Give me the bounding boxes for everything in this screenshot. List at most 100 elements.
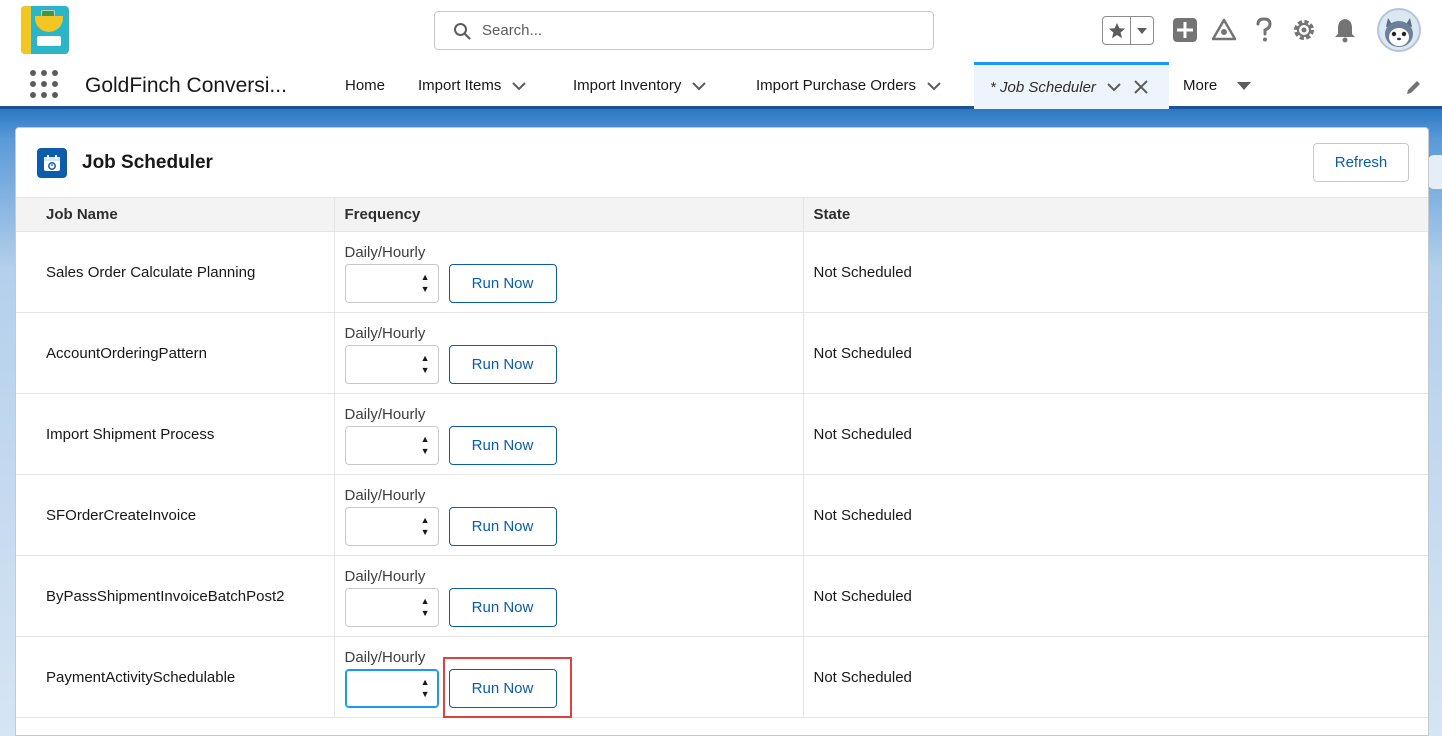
- job-name-cell: SFOrderCreateInvoice: [16, 474, 334, 556]
- close-tab-icon[interactable]: [1134, 79, 1150, 95]
- tab-label: Import Inventory: [573, 77, 682, 94]
- tab-import-inventory[interactable]: Import Inventory: [573, 62, 707, 109]
- edit-nav-button[interactable]: [1405, 78, 1423, 96]
- job-name-cell: PaymentActivitySchedulable: [16, 636, 334, 718]
- chevron-down-icon[interactable]: [511, 78, 527, 94]
- card-header: Job Scheduler Refresh: [16, 128, 1428, 198]
- tab-label: More: [1183, 77, 1218, 94]
- tab-more[interactable]: More: [1183, 62, 1253, 109]
- caret-down-icon: [1137, 27, 1148, 34]
- frequency-label: Daily/Hourly: [344, 486, 426, 504]
- frequency-label: Daily/Hourly: [344, 324, 426, 342]
- global-header: [0, 0, 1442, 62]
- frequency-stepper[interactable]: ▲ ▼: [344, 506, 439, 546]
- column-header-frequency: Frequency: [333, 197, 803, 232]
- tab-import-purchase-orders[interactable]: Import Purchase Orders: [756, 62, 942, 109]
- stepper-arrows-icon[interactable]: ▲ ▼: [421, 352, 430, 376]
- app-launcher-icon[interactable]: [30, 70, 58, 98]
- run-now-button[interactable]: Run Now: [448, 506, 557, 546]
- run-now-button[interactable]: Run Now: [448, 668, 557, 708]
- frequency-stepper[interactable]: ▲ ▼: [344, 425, 439, 465]
- search-icon: [454, 22, 471, 40]
- app-name: GoldFinch Conversi...: [85, 74, 287, 97]
- help-icon: [1256, 17, 1272, 42]
- run-now-button[interactable]: Run Now: [448, 587, 557, 627]
- job-name-cell: Import Shipment Process: [16, 393, 334, 475]
- chevron-down-icon[interactable]: [1106, 79, 1122, 95]
- highlighted-run-now: Run Now: [439, 656, 572, 718]
- frequency-stepper[interactable]: ▲ ▼: [344, 587, 439, 627]
- frequency-label: Daily/Hourly: [344, 243, 426, 261]
- column-header-state: State: [802, 197, 1428, 232]
- calendar-icon: [37, 148, 67, 178]
- state-cell: Not Scheduled: [802, 555, 1428, 637]
- global-actions-button[interactable]: [1172, 17, 1198, 43]
- tab-import-items[interactable]: Import Items: [418, 62, 527, 109]
- stepper-arrows-icon[interactable]: ▲ ▼: [421, 271, 430, 295]
- app-logo[interactable]: [21, 6, 69, 54]
- caret-down-icon[interactable]: [1237, 78, 1253, 94]
- tab-label: Import Purchase Orders: [756, 77, 917, 94]
- frequency-cell: Daily/Hourly ▲ ▼ Run Now: [333, 555, 803, 637]
- favorites-dropdown-button[interactable]: [1131, 17, 1153, 44]
- plus-icon: [1173, 18, 1197, 42]
- state-cell: Not Scheduled: [802, 231, 1428, 313]
- table-row: AccountOrderingPattern Daily/Hourly ▲ ▼ R…: [16, 312, 1428, 394]
- pencil-icon: [1407, 81, 1420, 94]
- search-input[interactable]: [482, 22, 902, 39]
- frequency-label: Daily/Hourly: [344, 567, 426, 585]
- tab-label: Import Items: [418, 77, 502, 94]
- gear-icon: [1294, 20, 1314, 40]
- jobs-table: Job Name Frequency State Sales Order Cal…: [16, 197, 1428, 718]
- job-name-cell: Sales Order Calculate Planning: [16, 231, 334, 313]
- side-panel-handle[interactable]: [1428, 155, 1442, 189]
- favorite-star-button[interactable]: [1103, 17, 1132, 44]
- chevron-down-icon[interactable]: [691, 78, 707, 94]
- frequency-cell: Daily/Hourly ▲ ▼ Run Now: [333, 231, 803, 313]
- frequency-stepper[interactable]: ▲ ▼: [344, 344, 439, 384]
- table-row: ByPassShipmentInvoiceBatchPost2 Daily/Ho…: [16, 555, 1428, 637]
- table-row: Import Shipment Process Daily/Hourly ▲ ▼ …: [16, 393, 1428, 475]
- job-name-cell: ByPassShipmentInvoiceBatchPost2: [16, 555, 334, 637]
- job-name-cell: AccountOrderingPattern: [16, 312, 334, 394]
- state-cell: Not Scheduled: [802, 312, 1428, 394]
- column-header-job-name: Job Name: [16, 197, 334, 232]
- tab-home[interactable]: Home: [345, 62, 385, 109]
- job-scheduler-card: Job Scheduler Refresh Job Name Frequency…: [15, 127, 1429, 736]
- frequency-stepper[interactable]: ▲ ▼: [344, 263, 439, 303]
- setup-button[interactable]: [1291, 17, 1317, 43]
- state-cell: Not Scheduled: [802, 474, 1428, 556]
- run-now-button[interactable]: Run Now: [448, 344, 557, 384]
- refresh-button[interactable]: Refresh: [1313, 143, 1409, 182]
- tab-label: * Job Scheduler: [990, 78, 1096, 96]
- card-title: Job Scheduler: [82, 152, 213, 173]
- table-row: Sales Order Calculate Planning Daily/Hou…: [16, 231, 1428, 313]
- tab-job-scheduler[interactable]: * Job Scheduler: [974, 62, 1169, 109]
- stepper-arrows-icon[interactable]: ▲ ▼: [421, 433, 430, 457]
- user-avatar[interactable]: [1377, 8, 1421, 52]
- tab-label: Home: [345, 77, 386, 94]
- chevron-down-icon[interactable]: [926, 78, 942, 94]
- trailhead-button[interactable]: [1211, 17, 1237, 43]
- bell-icon: [1335, 19, 1355, 43]
- run-now-button[interactable]: Run Now: [448, 263, 557, 303]
- run-now-button[interactable]: Run Now: [448, 425, 557, 465]
- stepper-arrows-icon[interactable]: ▲ ▼: [421, 676, 430, 700]
- table-row: SFOrderCreateInvoice Daily/Hourly ▲ ▼ Run…: [16, 474, 1428, 556]
- stepper-arrows-icon[interactable]: ▲ ▼: [421, 595, 430, 619]
- global-search[interactable]: [434, 11, 934, 50]
- notifications-button[interactable]: [1332, 17, 1358, 43]
- app-nav-bar: GoldFinch Conversi... Home Import Items …: [0, 62, 1442, 109]
- astro-avatar-icon: [1385, 18, 1413, 47]
- help-button[interactable]: [1251, 17, 1277, 43]
- frequency-cell: Daily/Hourly ▲ ▼ Run Now: [333, 474, 803, 556]
- frequency-cell: Daily/Hourly ▲ ▼ Run Now: [333, 393, 803, 475]
- frequency-stepper[interactable]: ▲ ▼: [344, 668, 439, 708]
- table-header-row: Job Name Frequency State: [16, 197, 1428, 232]
- frequency-cell: Daily/Hourly ▲ ▼ Run Now: [333, 312, 803, 394]
- state-cell: Not Scheduled: [802, 393, 1428, 475]
- table-row: PaymentActivitySchedulable Daily/Hourly …: [16, 636, 1428, 718]
- frequency-label: Daily/Hourly: [344, 648, 426, 666]
- star-icon: [1108, 22, 1125, 38]
- stepper-arrows-icon[interactable]: ▲ ▼: [421, 514, 430, 538]
